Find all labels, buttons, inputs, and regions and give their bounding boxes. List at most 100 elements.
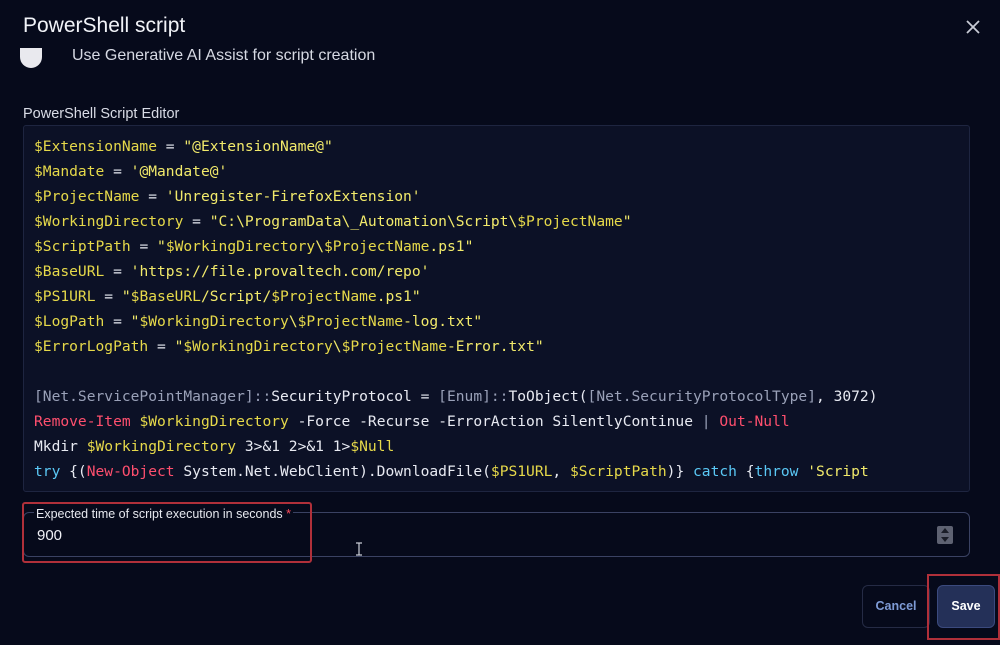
- code-token: [Net.SecurityProtocolType]: [587, 388, 816, 405]
- code-line[interactable]: $ExtensionName = "@ExtensionName@": [34, 137, 333, 157]
- code-token: 'https://file.provaltech.com/repo': [130, 263, 430, 280]
- code-token: New-Object: [86, 463, 175, 480]
- code-line[interactable]: $ErrorLogPath = "$WorkingDirectory\$Proj…: [34, 337, 544, 357]
- code-token: System.Net.WebClient).DownloadFile(: [174, 463, 491, 480]
- code-token: 'Unregister-FirefoxExtension': [165, 188, 421, 205]
- code-token: [Net.ServicePointManager]::: [34, 388, 272, 405]
- code-token: $WorkingDirectory: [139, 413, 289, 430]
- number-stepper[interactable]: [937, 526, 953, 544]
- text-cursor-icon: [355, 542, 363, 561]
- code-token: /Script/: [200, 288, 272, 305]
- execution-time-input[interactable]: 900: [37, 527, 62, 544]
- code-line[interactable]: $WorkingDirectory = "C:\ProgramData\_Aut…: [34, 212, 632, 232]
- code-token: $ProjectName: [517, 213, 623, 230]
- code-token: $ScriptPath: [570, 463, 667, 480]
- code-line[interactable]: try {(New-Object System.Net.WebClient).D…: [34, 462, 869, 482]
- code-token: -Error.txt": [447, 338, 544, 355]
- code-token: '@Mandate@': [130, 163, 228, 180]
- close-icon[interactable]: [960, 14, 986, 40]
- code-token: $WorkingDirectory: [34, 213, 184, 230]
- code-token: "C:\ProgramData\_Automation\Script\: [209, 213, 518, 230]
- stepper-arrows-icon[interactable]: [937, 526, 953, 544]
- code-token: =: [104, 163, 131, 180]
- code-token: =: [139, 188, 166, 205]
- code-line[interactable]: $Mandate = '@Mandate@': [34, 162, 227, 182]
- code-token: =: [104, 263, 131, 280]
- close-button[interactable]: [960, 14, 986, 40]
- save-button[interactable]: Save: [937, 585, 995, 628]
- code-token: try: [34, 463, 61, 480]
- code-token: 'Script: [798, 463, 869, 480]
- code-token: -log.txt": [403, 313, 483, 330]
- code-token: )}: [666, 463, 694, 480]
- code-token: $ProjectName: [341, 338, 447, 355]
- code-line[interactable]: $BaseURL = 'https://file.provaltech.com/…: [34, 262, 429, 282]
- code-token: SecurityProtocol =: [271, 388, 439, 405]
- code-token: .ps1": [429, 238, 474, 255]
- code-line[interactable]: $ScriptPath = "$WorkingDirectory\$Projec…: [34, 237, 473, 257]
- code-token: {: [736, 463, 755, 480]
- code-token: =: [157, 138, 184, 155]
- code-token: $ProjectName: [34, 188, 140, 205]
- code-token: $LogPath: [34, 313, 105, 330]
- execution-time-label-text: Expected time of script execution in sec…: [36, 507, 283, 521]
- code-token: =: [183, 213, 210, 230]
- code-token: $WorkingDirectory: [139, 313, 289, 330]
- code-token: =: [104, 313, 131, 330]
- code-token: $ProjectName: [297, 313, 404, 330]
- code-token: {(: [60, 463, 87, 480]
- code-line[interactable]: Mkdir $WorkingDirectory 3>&1 2>&1 1>$Nul…: [34, 437, 394, 457]
- code-token: $WorkingDirectory: [86, 438, 237, 455]
- code-line[interactable]: [Net.ServicePointManager]::SecurityProto…: [34, 387, 878, 407]
- code-token: $BaseURL: [34, 263, 105, 280]
- code-token: 3>&1 2>&1 1>: [236, 438, 351, 455]
- code-token: \: [332, 338, 342, 355]
- code-token: $ProjectName: [271, 288, 377, 305]
- code-line[interactable]: $ProjectName = 'Unregister-FirefoxExtens…: [34, 187, 421, 207]
- code-token: $PS1URL: [34, 288, 96, 305]
- code-token: ,: [552, 463, 570, 480]
- code-token: Out-Null: [719, 413, 790, 430]
- powershell-script-dialog: PowerShell script Use Generative AI Assi…: [0, 0, 1000, 645]
- code-token: -Force -Recurse -ErrorAction SilentlyCon…: [288, 413, 702, 430]
- code-token: \: [288, 313, 298, 330]
- code-token: throw: [754, 463, 799, 480]
- code-token: |: [701, 413, 711, 430]
- script-editor[interactable]: $ExtensionName = "@ExtensionName@" $Manda…: [23, 125, 970, 492]
- code-token: $WorkingDirectory: [165, 238, 316, 255]
- execution-time-label: Expected time of script execution in sec…: [34, 507, 294, 521]
- dialog-title: PowerShell script: [23, 14, 186, 37]
- code-token: $ErrorLogPath: [34, 338, 149, 355]
- code-token: $BaseURL: [130, 288, 201, 305]
- code-token: ": [121, 288, 131, 305]
- code-token: =: [130, 238, 158, 255]
- script-editor-label: PowerShell Script Editor: [23, 106, 180, 122]
- code-token: [Enum]::: [438, 388, 509, 405]
- code-token: .ps1": [376, 288, 421, 305]
- ai-assist-label: Use Generative AI Assist for script crea…: [72, 47, 376, 64]
- code-token: $WorkingDirectory: [183, 338, 333, 355]
- code-line[interactable]: $LogPath = "$WorkingDirectory\$ProjectNa…: [34, 312, 482, 332]
- code-token: $PS1URL: [490, 463, 553, 480]
- required-mark: *: [286, 507, 292, 521]
- code-token: $Mandate: [34, 163, 105, 180]
- code-token: $ScriptPath: [34, 238, 131, 255]
- code-token: "@ExtensionName@": [183, 138, 333, 155]
- code-token: Mkdir: [34, 438, 87, 455]
- code-token: $ProjectName: [323, 238, 430, 255]
- code-token: catch: [693, 463, 737, 480]
- code-token: $Null: [350, 438, 395, 455]
- cancel-button[interactable]: Cancel: [862, 585, 930, 628]
- code-line[interactable]: Remove-Item $WorkingDirectory -Force -Re…: [34, 412, 790, 432]
- code-token: ToObject(: [508, 388, 588, 405]
- code-line[interactable]: $PS1URL = "$BaseURL/Script/$ProjectName.…: [34, 287, 421, 307]
- code-token: ": [157, 238, 166, 255]
- code-token: ": [622, 213, 632, 230]
- code-token: Remove-Item: [34, 413, 131, 430]
- code-token: $ExtensionName: [34, 138, 158, 155]
- toggle-knob[interactable]: [20, 48, 42, 68]
- code-token: \: [315, 238, 324, 255]
- code-token: =: [95, 288, 122, 305]
- code-token: , 3072): [816, 388, 878, 405]
- code-token: =: [148, 338, 175, 355]
